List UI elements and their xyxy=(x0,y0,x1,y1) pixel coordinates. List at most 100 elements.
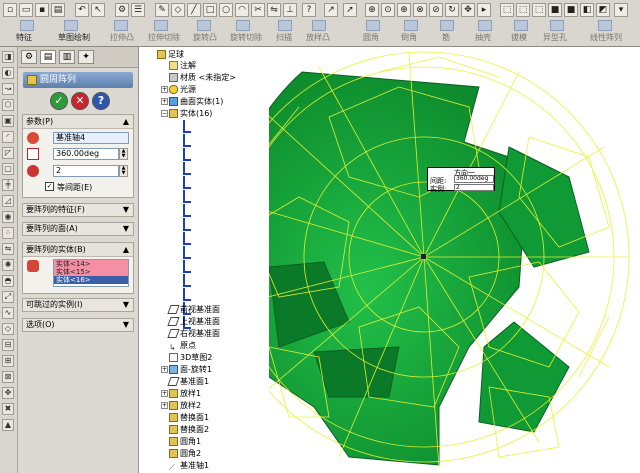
body-icon[interactable] xyxy=(183,218,191,231)
arrow-select-icon[interactable]: ➚ xyxy=(343,3,357,17)
sweep-button[interactable]: 扫描 xyxy=(276,32,292,43)
tree-top-plane[interactable]: 上视基准面 xyxy=(167,316,220,327)
tree-root[interactable]: 足球 xyxy=(157,49,184,60)
intersect-icon[interactable]: ⊠ xyxy=(2,371,14,383)
expand-down-icon[interactable]: ▼ xyxy=(123,223,129,235)
revolve-boss-button[interactable]: 旋转凸 xyxy=(193,32,217,43)
move-body-icon[interactable]: ✥ xyxy=(2,387,14,399)
pattern-axis-field[interactable]: 基准轴4 xyxy=(53,132,129,144)
instances-spinner[interactable]: ▲ ▼ xyxy=(119,165,128,177)
split-icon[interactable]: ⊟ xyxy=(2,339,14,351)
body-list-item-selected[interactable]: 实体<16> xyxy=(54,276,128,284)
scale-icon[interactable]: ⤢ xyxy=(2,291,14,303)
hole-icon[interactable]: ◉ xyxy=(2,211,14,223)
circle-icon[interactable]: ○ xyxy=(219,3,233,17)
tree-loft2[interactable]: 放样2 xyxy=(169,400,201,411)
bodies-list[interactable]: 实体<14> 实体<15> 实体<16> xyxy=(53,259,129,287)
expand-down-icon[interactable]: ▼ xyxy=(123,299,129,311)
open-icon[interactable]: ▭ xyxy=(19,3,33,17)
tree-front-plane[interactable]: 前视基准面 xyxy=(167,304,220,315)
hidden-lines-visible-icon[interactable]: ⬚ xyxy=(516,3,530,17)
hole-wizard-button[interactable]: 异型孔 xyxy=(543,32,567,43)
rebuild-icon[interactable]: ⚙ xyxy=(115,3,129,17)
fillet-button[interactable]: 圆角 xyxy=(363,32,379,43)
tree-material[interactable]: 材质 <未指定> xyxy=(169,72,236,83)
mirror-icon[interactable]: ⇋ xyxy=(2,243,14,255)
angle-field[interactable]: 360.00deg xyxy=(53,148,119,160)
mirror-icon[interactable]: ⇋ xyxy=(267,3,281,17)
body-icon[interactable] xyxy=(183,148,191,161)
tree-fillet1[interactable]: 圆角1 xyxy=(169,436,201,447)
expand-surface-bodies-icon[interactable]: + xyxy=(161,98,168,105)
body-icon[interactable] xyxy=(183,274,191,287)
help-button[interactable]: ? xyxy=(92,92,110,110)
loft-icon[interactable]: ⬡ xyxy=(2,99,14,111)
faces-to-pattern-header[interactable]: 要阵列的面(A) ▼ xyxy=(22,222,134,236)
zoom-selection-icon[interactable]: ⊗ xyxy=(413,3,427,17)
delete-body-icon[interactable]: ✖ xyxy=(2,403,14,415)
tree-plane1[interactable]: 基准面1 xyxy=(167,376,209,387)
bodies-to-pattern-header[interactable]: 要阵列的实体(B) ▲ xyxy=(23,243,133,257)
rib-button[interactable]: 筋 xyxy=(442,32,450,43)
curve-icon[interactable]: ∿ xyxy=(2,307,14,319)
trim-icon[interactable]: ✂ xyxy=(251,3,265,17)
expand-face-revolve-icon[interactable]: + xyxy=(161,366,168,373)
dimxpert-tab-icon[interactable]: ✦ xyxy=(78,50,94,64)
zoom-fit-icon[interactable]: ⊕ xyxy=(365,3,379,17)
fillet-icon[interactable]: ◜ xyxy=(2,131,14,143)
expand-lights-icon[interactable]: + xyxy=(161,86,168,93)
body-icon[interactable] xyxy=(183,190,191,203)
chamfer-icon[interactable]: ◸ xyxy=(2,147,14,159)
expand-loft2-icon[interactable]: + xyxy=(161,402,168,409)
expand-down-icon[interactable]: ▼ xyxy=(123,319,129,331)
angle-spinner[interactable]: ▲ ▼ xyxy=(119,148,128,160)
callout-spacing-field[interactable]: 360.00deg xyxy=(454,175,494,183)
expand-loft1-icon[interactable]: + xyxy=(161,390,168,397)
property-manager-tab-icon[interactable]: ▤ xyxy=(40,50,56,64)
body-icon[interactable] xyxy=(183,176,191,189)
linear-pattern-button[interactable]: 线性阵列 xyxy=(590,32,622,43)
instances-field[interactable]: 2 xyxy=(53,165,119,177)
tab-sketch[interactable]: 草图绘制 xyxy=(58,32,90,43)
circular-pattern-icon[interactable]: ✺ xyxy=(2,259,14,271)
cut-icon[interactable]: ▣ xyxy=(2,115,14,127)
more-views-icon[interactable]: ▾ xyxy=(614,3,628,17)
tree-face-revolve[interactable]: 面-旋转1 xyxy=(169,364,212,375)
wireframe-icon[interactable]: ⬚ xyxy=(500,3,514,17)
reference-geometry-icon[interactable]: ◇ xyxy=(2,323,14,335)
instant3d-icon[interactable]: ▲ xyxy=(2,419,14,431)
perspective-icon[interactable]: ◩ xyxy=(596,3,610,17)
extrude-cut-button[interactable]: 拉伸切除 xyxy=(148,32,180,43)
tree-lights[interactable]: 光源 xyxy=(169,84,196,95)
shell-icon[interactable]: ▢ xyxy=(2,163,14,175)
extrude-boss-button[interactable]: 拉伸凸 xyxy=(110,32,134,43)
tree-solid-bodies[interactable]: 实体(16) xyxy=(169,108,212,119)
options-icon[interactable]: ☰ xyxy=(131,3,145,17)
cancel-button[interactable]: ✕ xyxy=(71,92,89,110)
tab-features[interactable]: 特征 xyxy=(16,32,32,43)
tree-right-plane[interactable]: 右视基准面 xyxy=(167,328,220,339)
tree-replace-face1[interactable]: 替换面1 xyxy=(169,412,209,423)
shell-button[interactable]: 抽壳 xyxy=(475,32,491,43)
options-header[interactable]: 选项(O) ▼ xyxy=(22,318,134,332)
configuration-manager-tab-icon[interactable]: ▥ xyxy=(59,50,75,64)
body-icon[interactable] xyxy=(183,288,191,301)
body-icon[interactable] xyxy=(183,162,191,175)
print-icon[interactable]: ▤ xyxy=(51,3,65,17)
shaded-edges-icon[interactable]: ■ xyxy=(548,3,562,17)
instances-to-skip-header[interactable]: 可跳过的实例(I) ▼ xyxy=(22,298,134,312)
hidden-lines-removed-icon[interactable]: ⬚ xyxy=(532,3,546,17)
tree-fillet2[interactable]: 圆角2 xyxy=(169,448,201,459)
zoom-area-icon[interactable]: ⊙ xyxy=(381,3,395,17)
pattern-icon[interactable]: ⁘ xyxy=(2,227,14,239)
shaded-icon[interactable]: ■ xyxy=(564,3,578,17)
pan-icon[interactable]: ✥ xyxy=(461,3,475,17)
callout-instances-field[interactable]: 2 xyxy=(454,184,494,191)
rib-icon[interactable]: ╪ xyxy=(2,179,14,191)
tree-annotations[interactable]: 注解 xyxy=(169,60,196,71)
body-list-item[interactable]: 实体<15> xyxy=(54,268,128,276)
smart-dimension-icon[interactable]: ◇ xyxy=(171,3,185,17)
rectangle-icon[interactable]: □ xyxy=(203,3,217,17)
zoom-icon[interactable]: ⊘ xyxy=(429,3,443,17)
sketch-icon[interactable]: ✎ xyxy=(155,3,169,17)
